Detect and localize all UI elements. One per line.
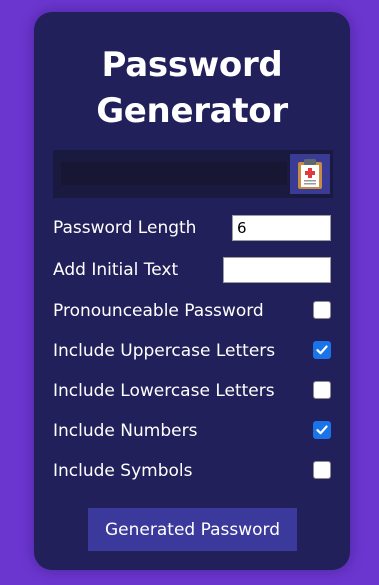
checkmark-icon xyxy=(316,345,328,355)
lowercase-label: Include Lowercase Letters xyxy=(53,381,275,401)
password-output-field[interactable] xyxy=(61,162,287,185)
pronounceable-checkbox[interactable] xyxy=(313,301,331,319)
symbols-checkbox[interactable] xyxy=(313,461,331,479)
app-title-line-1: Password xyxy=(101,45,283,85)
numbers-label: Include Numbers xyxy=(53,421,198,441)
app-title-line-2: Generator xyxy=(96,91,288,131)
uppercase-label: Include Uppercase Letters xyxy=(53,341,276,361)
generate-password-button[interactable]: Generated Password xyxy=(88,508,297,551)
lowercase-checkbox[interactable] xyxy=(313,381,331,399)
setting-numbers: Include Numbers xyxy=(53,416,331,446)
password-output-row xyxy=(53,150,333,198)
symbols-label: Include Symbols xyxy=(53,461,193,481)
setting-symbols: Include Symbols xyxy=(53,456,331,486)
clipboard-icon xyxy=(298,159,322,189)
setting-password-length: Password Length xyxy=(53,213,331,243)
copy-password-button[interactable] xyxy=(290,154,330,194)
initial-text-input[interactable] xyxy=(223,257,331,283)
password-length-input[interactable] xyxy=(232,215,331,241)
uppercase-checkbox[interactable] xyxy=(313,341,331,359)
initial-text-label: Add Initial Text xyxy=(53,260,179,280)
numbers-checkbox[interactable] xyxy=(313,421,331,439)
pronounceable-label: Pronounceable Password xyxy=(53,301,264,321)
password-length-label: Password Length xyxy=(53,218,197,238)
setting-lowercase: Include Lowercase Letters xyxy=(53,376,331,406)
setting-pronounceable: Pronounceable Password xyxy=(53,296,331,326)
app-title: Password Generator xyxy=(34,42,350,134)
checkmark-icon xyxy=(316,425,328,435)
password-generator-card: Password Generator Password Length Add I… xyxy=(34,12,350,570)
setting-initial-text: Add Initial Text xyxy=(53,255,331,285)
setting-uppercase: Include Uppercase Letters xyxy=(53,336,331,366)
